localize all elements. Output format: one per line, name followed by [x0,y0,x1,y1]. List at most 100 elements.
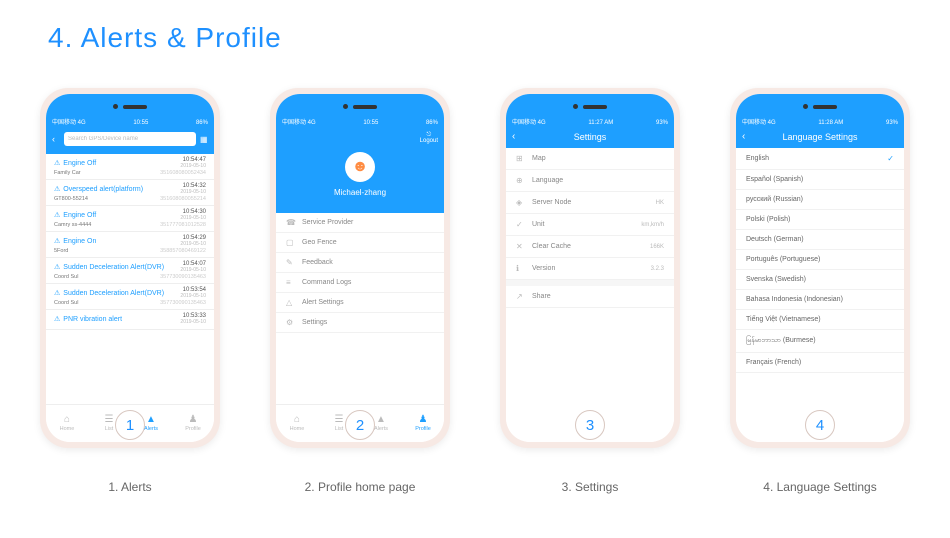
menu-item[interactable]: ⚙Settings [276,313,444,333]
avatar[interactable]: ☻ [345,152,375,182]
username: Michael-zhang [276,188,444,197]
language-label: Français (French) [746,359,801,366]
chevron-left-icon[interactable]: ‹ [52,134,60,144]
settings-icon: ⊞ [516,154,526,163]
alert-item[interactable]: ⚠Engine On10:54:292019-05-105Ford3588570… [46,232,214,258]
language-item[interactable]: Svenska (Swedish) [736,270,904,290]
list-icon: ☰ [105,415,114,425]
tab-home[interactable]: ⌂Home [46,405,88,442]
alert-item[interactable]: ⚠Overspeed alert(platform)10:54:322019-0… [46,180,214,206]
back-icon[interactable]: ‹ [512,131,515,142]
alert-date: 2019-05-10 [180,293,206,299]
language-item[interactable]: မြန်မာဘာသာ (Burmese) [736,330,904,353]
menu-item[interactable]: ✎Feedback [276,253,444,273]
language-item[interactable]: русский (Russian) [736,190,904,210]
settings-icon: ◈ [516,198,526,207]
language-label: Bahasa Indonesia (Indonesian) [746,296,843,303]
settings-value: 166K [650,244,664,250]
menu-label: Geo Fence [302,239,337,246]
menu-icon: ≡ [286,278,296,287]
calendar-icon[interactable]: ▦ [200,135,208,144]
settings-value: km,km/h [641,222,664,228]
profile-header: ⎋ Logout ☻ Michael-zhang [276,128,444,213]
status-bar: 中国移动 4G 11:28 AM 93% [736,94,904,128]
home-button[interactable]: 2 [345,410,375,440]
home-button[interactable]: 4 [805,410,835,440]
alert-item[interactable]: ⚠Sudden Deceleration Alert(DVR)10:53:542… [46,284,214,310]
screen-title-bar: ‹ Settings [506,128,674,148]
menu-icon: ⚙ [286,318,296,327]
alert-item[interactable]: ⚠Sudden Deceleration Alert(DVR)10:54:072… [46,258,214,284]
settings-item[interactable]: ⊕Language [506,170,674,192]
warning-icon: ⚠ [54,159,60,167]
language-label: English [746,155,769,162]
alert-date: 2019-05-10 [180,163,206,169]
menu-label: Command Logs [302,279,351,286]
menu-item[interactable]: ≡ Command Logs [276,273,444,293]
menu-label: Service Provider [302,219,353,226]
search-input[interactable] [64,132,196,146]
language-item[interactable]: Français (French) [736,353,904,373]
alert-date: 2019-05-10 [180,215,206,221]
tab-label: Home [290,426,305,432]
device-id: 357730090135463 [160,300,206,306]
language-item[interactable]: Deutsch (German) [736,230,904,250]
tab-profile[interactable]: ♟Profile [172,405,214,442]
captions-row: 1. Alerts 2. Profile home page 3. Settin… [0,480,950,494]
alert-title: Sudden Deceleration Alert(DVR) [63,290,164,297]
language-item[interactable]: Español (Spanish) [736,170,904,190]
alert-date: 2019-05-10 [180,189,206,195]
language-label: Svenska (Swedish) [746,276,806,283]
status-bar: 中国移动 4G 10:55 86% [46,94,214,128]
menu-label: Feedback [302,259,333,266]
tab-profile[interactable]: ♟Profile [402,405,444,442]
screen-title-bar: ‹ Language Settings [736,128,904,148]
settings-label: Clear Cache [532,243,571,250]
language-item[interactable]: Polski (Polish) [736,210,904,230]
search-row: ‹ ▦ [46,128,214,154]
settings-item[interactable]: ℹVersion3.2.3 [506,258,674,280]
warning-icon: ⚠ [54,289,60,297]
carrier: 中国移动 4G [742,117,776,126]
language-label: မြန်မာဘာသာ (Burmese) [746,336,816,346]
device-id: 358857080469122 [160,248,206,254]
settings-item[interactable]: ✓Unitkm,km/h [506,214,674,236]
settings-item-share[interactable]: ↗Share [506,286,674,308]
menu-item[interactable]: ▢ Geo Fence [276,233,444,253]
settings-item[interactable]: ✕ Clear Cache 166K [506,236,674,258]
settings-menu: ⊞Map⊕Language◈Server NodeHK✓Unitkm,km/h✕… [506,148,674,308]
alert-title: Engine Off [63,160,96,167]
profile-menu: ☎Service Provider ▢ Geo Fence ✎Feedback ≡ Com… [276,213,444,333]
alert-item[interactable]: ⚠Engine Off10:54:302019-05-10Camry ss-44… [46,206,214,232]
menu-item[interactable]: ☎Service Provider [276,213,444,233]
settings-item[interactable]: ⊞Map [506,148,674,170]
device-name: Coord Sul [54,300,78,306]
profile-icon: ♟ [419,415,428,425]
alert-date: 2019-05-10 [180,267,206,273]
alert-title: Engine On [63,238,96,245]
alert-item[interactable]: ⚠PNR vibration alert10:53:332019-05-10 [46,310,214,330]
settings-item[interactable]: ◈Server NodeHK [506,192,674,214]
tab-home[interactable]: ⌂Home [276,405,318,442]
clock: 10:55 [363,120,378,126]
home-button[interactable]: 3 [575,410,605,440]
screen-title: Language Settings [782,132,857,142]
status-bar: 中国移动 4G 10:55 86% [276,94,444,128]
alert-item[interactable]: ⚠Engine Off10:54:472019-05-10Family Car3… [46,154,214,180]
device-id: 351608080052434 [160,170,206,176]
tab-label: Home [60,426,75,432]
logout-button[interactable]: ⎋ Logout [420,132,438,144]
language-label: Español (Spanish) [746,176,803,183]
battery: 86% [196,120,208,126]
alerts-list: ⚠Engine Off10:54:472019-05-10Family Car3… [46,154,214,404]
menu-item[interactable]: △Alert Settings [276,293,444,313]
language-item[interactable]: Português (Portuguese) [736,250,904,270]
home-button[interactable]: 1 [115,410,145,440]
language-item[interactable]: Tiếng Việt (Vietnamese) [736,310,904,330]
language-item[interactable]: Bahasa Indonesia (Indonesian) [736,290,904,310]
settings-icon: ✕ [516,242,526,251]
settings-icon: ✓ [516,220,526,229]
menu-icon: ▢ [286,238,296,247]
back-icon[interactable]: ‹ [742,131,745,142]
language-item[interactable]: English✓ [736,148,904,170]
